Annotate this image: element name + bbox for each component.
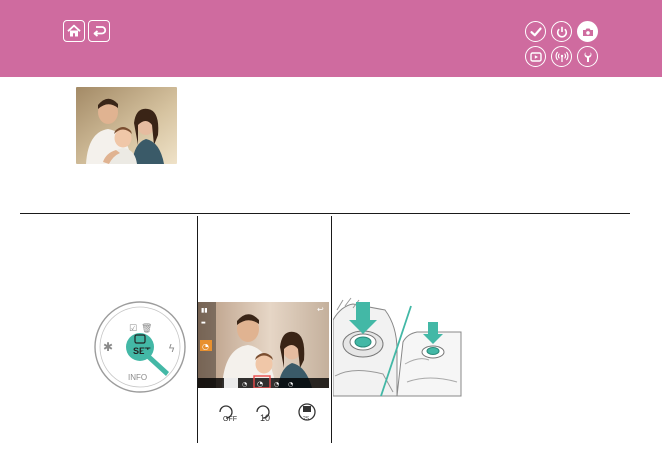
self-timer-options: OFF 10 2S <box>216 401 324 423</box>
section-divider <box>20 213 630 214</box>
svg-text:10: 10 <box>260 413 270 423</box>
checklist-icon[interactable] <box>525 21 546 42</box>
self-timer-10s-icon: 10 <box>256 405 270 423</box>
screen-return-icon: ↩ <box>317 305 324 314</box>
page: ☑ 🗑 ✱ ϟ SET INFO ◔ ◔ ◔ ◔ ◔ ▮▮ ▬ ↩ OFF 10… <box>0 0 662 467</box>
power-icon[interactable] <box>551 21 572 42</box>
svg-text:◔: ◔ <box>274 381 279 388</box>
playback-icon[interactable] <box>525 46 546 67</box>
svg-text:▬: ▬ <box>201 320 206 326</box>
wireless-icon[interactable] <box>551 46 572 67</box>
svg-text:◔: ◔ <box>202 342 209 351</box>
info-label: INFO <box>128 373 147 382</box>
svg-text:2S: 2S <box>303 416 310 422</box>
family-photo <box>76 87 177 164</box>
svg-text:☑: ☑ <box>129 324 137 334</box>
back-button[interactable] <box>88 20 110 42</box>
self-timer-off-icon: OFF <box>219 405 237 423</box>
svg-text:◔: ◔ <box>242 381 247 388</box>
svg-text:🗑: 🗑 <box>141 323 152 334</box>
control-dial[interactable]: ☑ 🗑 ✱ ϟ SET INFO <box>93 300 187 394</box>
column-divider <box>331 216 332 443</box>
svg-text:▮▮: ▮▮ <box>201 307 208 314</box>
settings-icon[interactable] <box>577 46 598 67</box>
svg-text:◔: ◔ <box>288 381 293 388</box>
svg-text:ϟ: ϟ <box>168 342 175 355</box>
svg-text:OFF: OFF <box>223 416 237 423</box>
home-icon <box>67 24 81 37</box>
home-button[interactable] <box>63 20 85 42</box>
return-icon <box>93 26 107 37</box>
shutter-button-illustration <box>332 296 463 400</box>
camera-icon[interactable] <box>577 21 598 42</box>
header-bar <box>0 0 662 77</box>
camera-screen: ◔ ◔ ◔ ◔ ◔ ▮▮ ▬ ↩ <box>198 302 329 388</box>
svg-text:◔: ◔ <box>257 380 263 388</box>
svg-text:✱: ✱ <box>103 340 113 354</box>
self-timer-custom-icon: 2S <box>298 403 316 422</box>
